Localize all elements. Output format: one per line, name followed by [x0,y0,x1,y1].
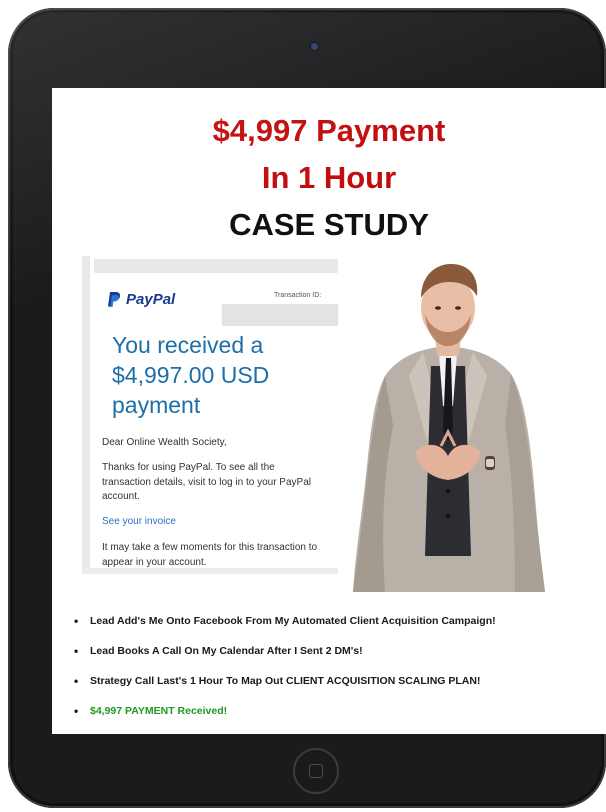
paypal-logo: PayPal [107,291,175,308]
list-item: Lead Books A Call On My Calendar After I… [72,644,602,674]
home-square-glyph [309,764,323,778]
receipt-body: Thanks for using PayPal. To see all the … [102,462,311,502]
receipt-edge [82,256,90,574]
presenter-photo [353,264,545,592]
home-button-icon[interactable] [293,748,339,794]
paypal-p-icon [108,292,121,307]
list-item: Strategy Call Last's 1 Hour To Map Out C… [72,674,602,704]
received-message: You received a $4,997.00 USD payment [112,332,270,418]
headline-case-study: CASE STUDY [229,207,429,242]
front-camera-icon [311,43,318,50]
transaction-id-redacted [222,304,338,326]
receipt-footer-note: It may take a few moments for this trans… [102,542,318,568]
headline-timeframe: In 1 Hour [261,160,397,195]
see-invoice-link[interactable]: See your invoice [102,515,176,530]
headline-payment: $4,997 Payment [212,113,446,148]
list-item: Lead Add's Me Onto Facebook From My Auto… [72,614,602,644]
receipt-header-bar [94,259,338,273]
paypal-receipt-card: PayPal Transaction ID: You received a $4… [82,256,338,574]
case-study-steps: Lead Add's Me Onto Facebook From My Auto… [72,614,602,734]
tablet-screen: $4,997 Payment In 1 Hour CASE STUDY PayP… [52,88,606,734]
list-item-payment-received: $4,997 PAYMENT Received! [72,704,602,734]
paypal-wordmark: PayPal [126,291,176,308]
receipt-greeting: Dear Online Wealth Society, [102,437,227,448]
receipt-bottom-edge [82,568,338,574]
transaction-id-label: Transaction ID: [274,292,322,299]
